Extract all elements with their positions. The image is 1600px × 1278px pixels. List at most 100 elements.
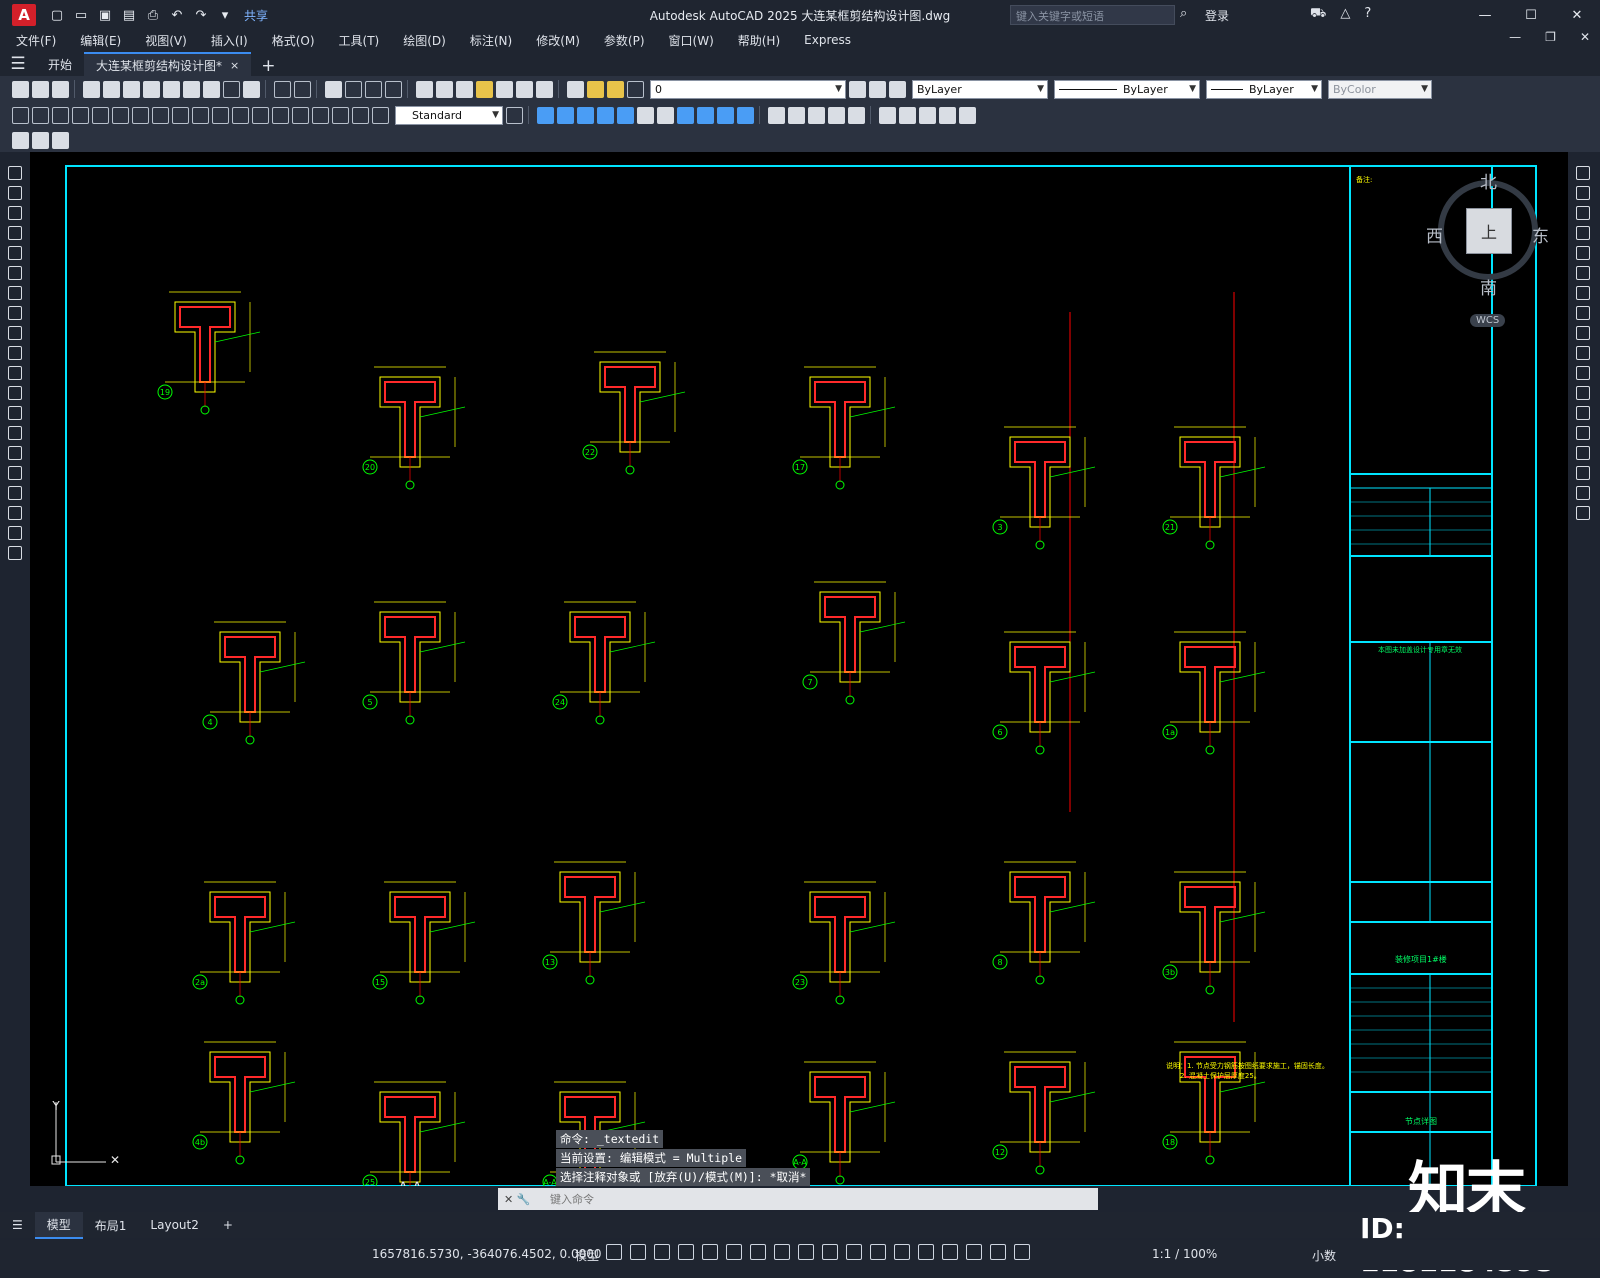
erase-icon[interactable] xyxy=(537,106,554,124)
dim-style-icon[interactable] xyxy=(506,106,523,124)
dim-space-icon[interactable] xyxy=(232,106,249,124)
calculator-icon[interactable] xyxy=(516,80,533,98)
layer-state-icon[interactable] xyxy=(889,80,906,98)
cart-icon[interactable]: ⛟ xyxy=(1310,6,1326,23)
menu-tools[interactable]: 工具(T) xyxy=(339,32,380,49)
tab-model[interactable]: 模型 xyxy=(34,1211,83,1239)
rotate-icon[interactable] xyxy=(657,106,674,124)
block-editor-icon[interactable] xyxy=(223,80,240,98)
viewcube-top-face[interactable]: 上 xyxy=(1466,208,1512,254)
tab-layout1[interactable]: 布局1 xyxy=(83,1213,139,1238)
dynamic-ucs-icon[interactable] xyxy=(918,1244,934,1260)
search-input[interactable]: 键入关键字或短语 xyxy=(1010,5,1175,25)
circle-icon[interactable] xyxy=(8,286,22,300)
redo-icon[interactable]: ↷ xyxy=(192,7,210,23)
preview-icon[interactable] xyxy=(103,80,120,98)
publish-icon[interactable] xyxy=(123,80,140,98)
redo-icon[interactable] xyxy=(294,80,311,98)
ordinate-icon[interactable] xyxy=(72,106,89,124)
array-right-icon[interactable] xyxy=(1576,246,1590,260)
layer-on-icon[interactable] xyxy=(587,80,604,98)
offset-icon[interactable] xyxy=(597,106,614,124)
dynamic-input-icon[interactable] xyxy=(678,1244,694,1260)
jogged-icon[interactable] xyxy=(112,106,129,124)
draw-order-icon[interactable] xyxy=(919,106,936,124)
point-icon[interactable] xyxy=(8,426,22,440)
units-select[interactable]: 小数 xyxy=(1312,1247,1336,1264)
rectangle-icon[interactable] xyxy=(8,246,22,260)
linetype-select[interactable]: ByLayer ▼ xyxy=(1054,79,1200,99)
viewcube-east[interactable]: 东 xyxy=(1532,222,1549,247)
tab-start[interactable]: 开始 xyxy=(36,52,84,76)
command-close-icon[interactable]: ✕ 🔧 xyxy=(504,1193,530,1206)
spell-icon[interactable] xyxy=(52,131,69,149)
inspect-icon[interactable] xyxy=(292,106,309,124)
mirror-right-icon[interactable] xyxy=(1576,206,1590,220)
radius-icon[interactable] xyxy=(92,106,109,124)
angular-icon[interactable] xyxy=(152,106,169,124)
paste-icon[interactable] xyxy=(183,80,200,98)
trim-right-icon[interactable] xyxy=(1576,346,1590,360)
ellipse-arc-icon[interactable] xyxy=(8,366,22,380)
grid-icon[interactable] xyxy=(606,1244,622,1260)
open-file-icon[interactable]: ▭ xyxy=(72,7,90,23)
share-button[interactable]: 共享 xyxy=(244,7,268,24)
osnap-icon[interactable] xyxy=(798,1244,814,1260)
save-icon[interactable] xyxy=(52,80,69,98)
lineweight-icon[interactable] xyxy=(822,1244,838,1260)
design-center-icon[interactable] xyxy=(436,80,453,98)
coordinates-readout[interactable]: 1657816.5730, -364076.4502, 0.0000 xyxy=(372,1247,602,1261)
diameter-icon[interactable] xyxy=(132,106,149,124)
menu-icon[interactable]: ☰ xyxy=(0,52,36,76)
zoom-window-icon[interactable] xyxy=(365,80,382,98)
dim-edit-icon[interactable] xyxy=(332,106,349,124)
minimize-icon[interactable]: — xyxy=(1462,0,1508,30)
pan-icon[interactable] xyxy=(325,80,342,98)
copy-right-icon[interactable] xyxy=(1576,186,1590,200)
table-draw-icon[interactable] xyxy=(8,506,22,520)
menu-express[interactable]: Express xyxy=(804,33,851,47)
selection-filter-icon[interactable] xyxy=(942,1244,958,1260)
polar-icon[interactable] xyxy=(726,1244,742,1260)
ellipse-icon[interactable] xyxy=(8,346,22,360)
copy-object-icon[interactable] xyxy=(557,106,574,124)
tab-drawing[interactable]: 大连某框剪结构设计图* × xyxy=(84,52,252,76)
array-icon[interactable] xyxy=(617,106,634,124)
explode-icon[interactable] xyxy=(848,106,865,124)
menu-edit[interactable]: 编辑(E) xyxy=(80,32,121,49)
lineweight-select[interactable]: ByLayer ▼ xyxy=(1206,79,1322,99)
transparency-icon[interactable] xyxy=(846,1244,862,1260)
rotate-right-icon[interactable] xyxy=(1576,286,1590,300)
scale-icon[interactable] xyxy=(677,106,694,124)
model-space-toggle[interactable]: 模型 xyxy=(575,1247,599,1264)
markup-icon[interactable] xyxy=(496,80,513,98)
menu-insert[interactable]: 插入(I) xyxy=(211,32,248,49)
login-button[interactable]: 登录 xyxy=(1205,7,1229,24)
table-icon[interactable] xyxy=(243,80,260,98)
search-icon[interactable]: ⌕ xyxy=(1180,6,1187,21)
mirror-icon[interactable] xyxy=(577,106,594,124)
find-icon[interactable] xyxy=(32,131,49,149)
fillet-icon[interactable] xyxy=(828,106,845,124)
arc-length-icon[interactable] xyxy=(52,106,69,124)
color-select[interactable]: ByLayer ▼ xyxy=(912,79,1048,99)
annotation-visibility-icon[interactable] xyxy=(990,1244,1006,1260)
annotation-scale[interactable]: 1:1 / 100% xyxy=(1152,1247,1217,1261)
make-current-icon[interactable] xyxy=(849,80,866,98)
layer-previous-icon[interactable] xyxy=(869,80,886,98)
trim-icon[interactable] xyxy=(717,106,734,124)
ungroup-icon[interactable] xyxy=(899,106,916,124)
close-icon[interactable]: ✕ xyxy=(1554,0,1600,30)
new-tab-button[interactable]: + xyxy=(251,56,285,76)
menu-parametric[interactable]: 参数(P) xyxy=(604,32,645,49)
layer-lock-icon[interactable] xyxy=(627,80,644,98)
mtext-icon[interactable] xyxy=(8,526,22,540)
aligned-dim-icon[interactable] xyxy=(32,106,49,124)
tab-close-icon[interactable]: × xyxy=(230,59,239,72)
dim-style-select[interactable]: Standard ▼ xyxy=(395,105,503,125)
isodraft-icon[interactable] xyxy=(750,1244,766,1260)
offset-right-icon[interactable] xyxy=(1576,226,1590,240)
match-properties-icon[interactable] xyxy=(203,80,220,98)
menu-modify[interactable]: 修改(M) xyxy=(536,32,580,49)
tool-palettes-icon[interactable] xyxy=(456,80,473,98)
